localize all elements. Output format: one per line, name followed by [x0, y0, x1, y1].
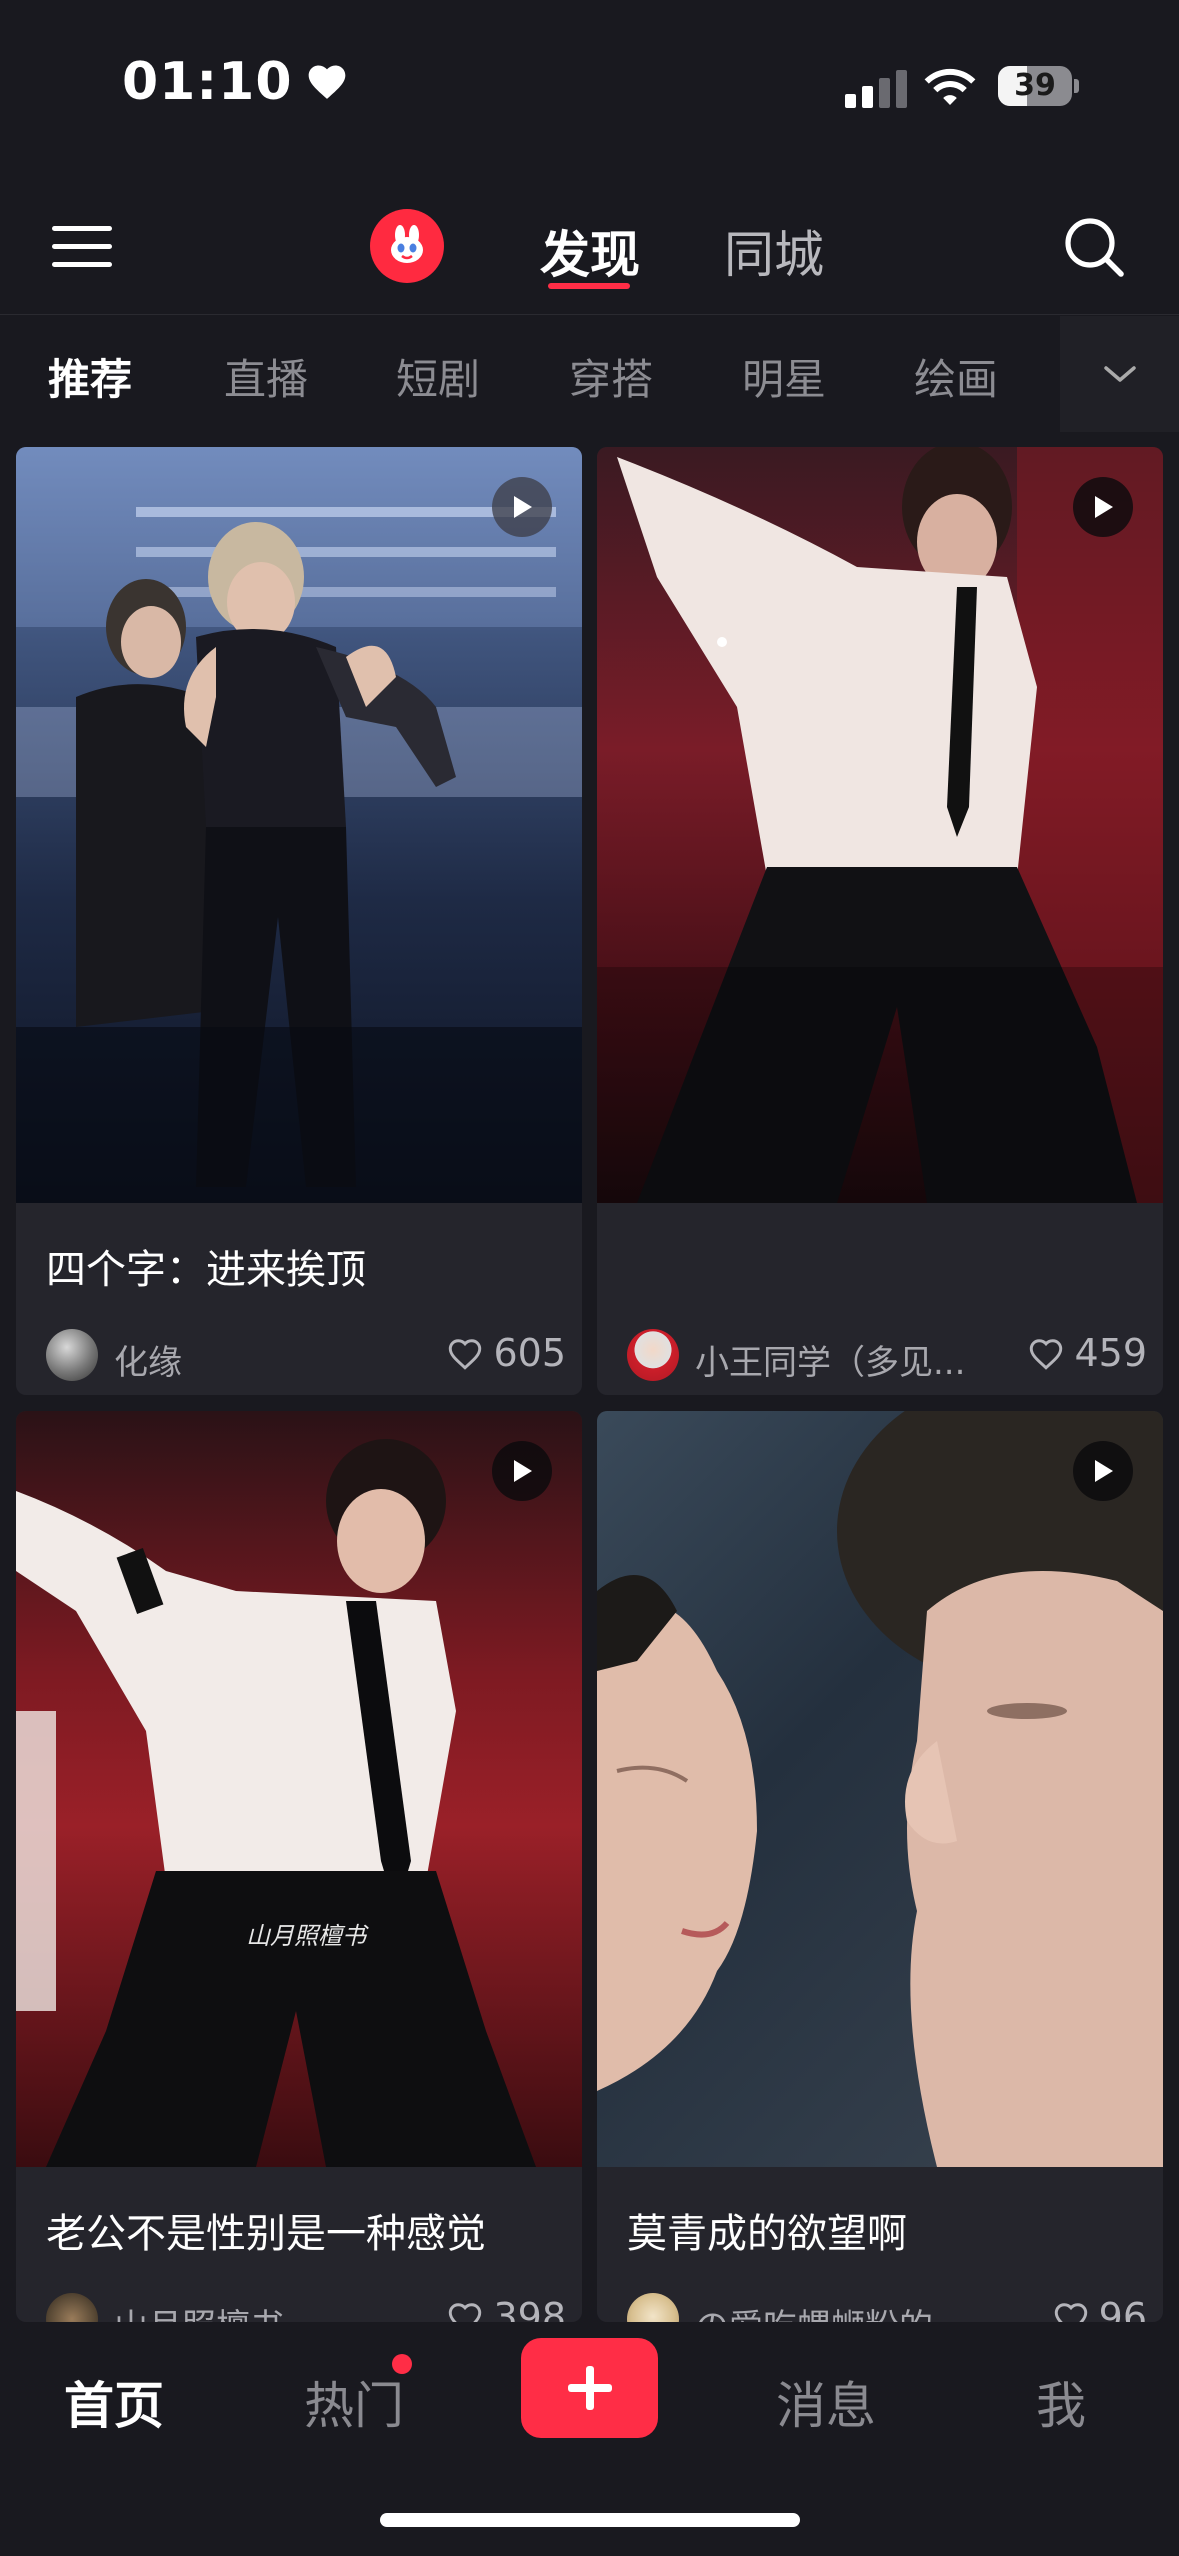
app-logo-icon[interactable] [370, 209, 444, 283]
like-count: 459 [1074, 1331, 1147, 1375]
nav-trending[interactable]: 热门 [304, 2366, 404, 2438]
search-icon[interactable] [1062, 215, 1126, 279]
feed-card[interactable]: 四个字：进来挨顶 化缘 605 [16, 447, 582, 1395]
like-button[interactable]: 398 [445, 2295, 566, 2322]
avatar[interactable] [627, 2293, 679, 2322]
play-icon [1073, 477, 1133, 537]
menu-icon[interactable] [52, 222, 112, 270]
heart-outline-icon [1030, 1339, 1063, 1370]
category-tabs: 推荐 直播 短剧 穿搭 明星 绘画 [0, 316, 1179, 432]
home-indicator [380, 2513, 800, 2527]
card-title: 莫青成的欲望啊 [627, 2211, 907, 2257]
feed-card[interactable]: 小王同学（多见... 459 [597, 447, 1163, 1395]
author-name[interactable]: 山月照檀书 [114, 2299, 284, 2322]
video-watermark: 山月照檀书 [246, 1922, 366, 1950]
category-recommend[interactable]: 推荐 [48, 346, 132, 407]
heart-outline-icon [1054, 2303, 1087, 2322]
play-icon [492, 477, 552, 537]
category-outfit[interactable]: 穿搭 [569, 346, 653, 407]
top-nav: 发现 同城 [0, 175, 1179, 315]
video-thumbnail [597, 1411, 1163, 2167]
expand-categories-button[interactable] [1060, 316, 1179, 432]
notification-badge [392, 2354, 412, 2374]
like-button[interactable]: 605 [445, 1331, 566, 1375]
card-meta: 小王同学（多见... 459 [627, 1327, 1147, 1383]
like-button[interactable]: 459 [1026, 1331, 1147, 1375]
tab-nearby[interactable]: 同城 [724, 215, 824, 287]
chevron-down-icon [1103, 366, 1136, 382]
like-button[interactable]: 96 [1051, 2295, 1147, 2322]
wifi-icon [924, 68, 976, 105]
play-icon [1073, 1441, 1133, 1501]
heart-icon [308, 65, 345, 99]
like-count: 398 [493, 2295, 566, 2322]
category-live[interactable]: 直播 [224, 346, 308, 407]
video-thumbnail [16, 447, 582, 1203]
nav-home[interactable]: 首页 [64, 2366, 164, 2438]
video-thumbnail: 山月照檀书 [16, 1411, 582, 2167]
play-icon [492, 1441, 552, 1501]
nav-me[interactable]: 我 [1036, 2366, 1086, 2438]
category-painting[interactable]: 绘画 [914, 346, 998, 407]
cellular-signal-icon [845, 68, 907, 108]
status-bar: 01:10 39 [0, 0, 1179, 175]
like-count: 605 [493, 1331, 566, 1375]
avatar[interactable] [627, 1329, 679, 1381]
author-name[interactable]: 小王同学（多见... [695, 1335, 965, 1384]
active-tab-indicator [548, 283, 630, 289]
avatar[interactable] [46, 1329, 98, 1381]
clock-text: 01:10 [122, 52, 293, 112]
avatar[interactable] [46, 2293, 98, 2322]
battery-icon: 39 [998, 66, 1079, 106]
card-title: 四个字：进来挨顶 [46, 1247, 366, 1293]
author-name[interactable]: の爱吃螺蛳粉的... [695, 2299, 965, 2322]
card-meta: の爱吃螺蛳粉的... 96 [627, 2291, 1147, 2322]
card-meta: 山月照檀书 398 [46, 2291, 566, 2322]
heart-outline-icon [449, 1339, 482, 1370]
feed-card[interactable]: 莫青成的欲望啊 の爱吃螺蛳粉的... 96 [597, 1411, 1163, 2322]
create-post-button[interactable] [521, 2338, 658, 2438]
like-count: 96 [1098, 2295, 1147, 2322]
status-time: 01:10 [122, 52, 349, 112]
feed-card[interactable]: 山月照檀书 老公不是性别是一种感觉 山月照檀书 398 [16, 1411, 582, 2322]
video-thumbnail [597, 447, 1163, 1203]
plus-icon [567, 2366, 612, 2410]
category-celebrity[interactable]: 明星 [742, 346, 826, 407]
nav-messages[interactable]: 消息 [776, 2366, 876, 2438]
category-short-drama[interactable]: 短剧 [396, 346, 480, 407]
author-name[interactable]: 化缘 [114, 1335, 182, 1384]
card-title: 老公不是性别是一种感觉 [46, 2211, 486, 2257]
battery-percent: 39 [1014, 68, 1056, 103]
tab-discover[interactable]: 发现 [540, 215, 640, 287]
card-meta: 化缘 605 [46, 1327, 566, 1383]
heart-outline-icon [449, 2303, 482, 2322]
